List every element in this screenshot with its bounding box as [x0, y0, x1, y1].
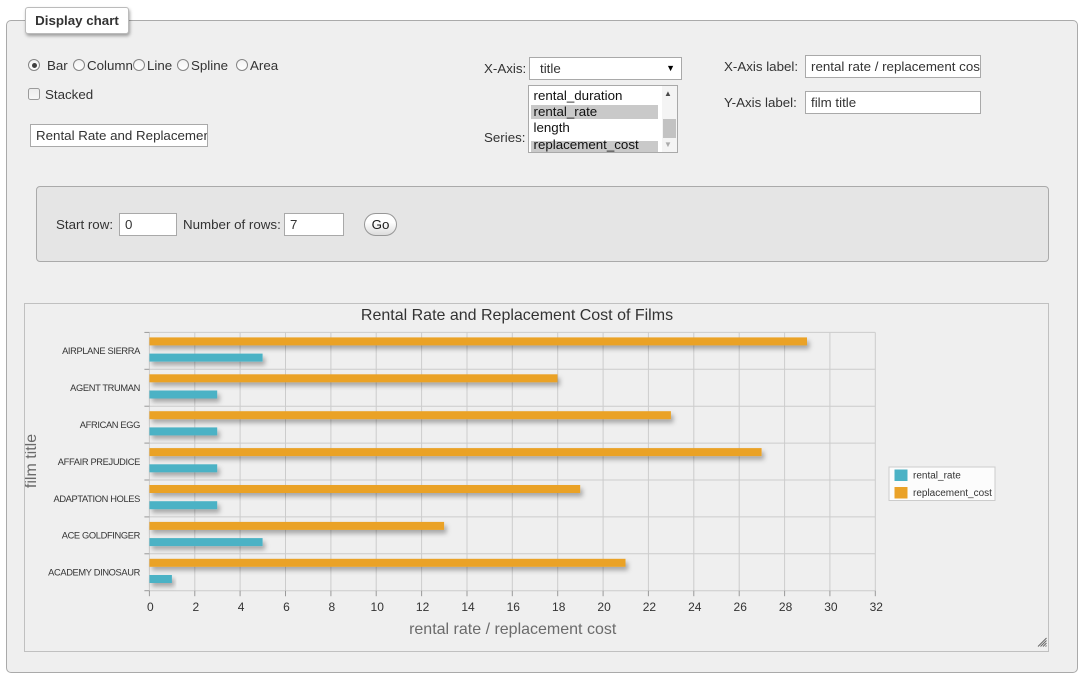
svg-text:16: 16 — [507, 600, 521, 614]
svg-text:28: 28 — [779, 600, 793, 614]
svg-text:rental rate / replacement cost: rental rate / replacement cost — [409, 621, 617, 638]
svg-text:20: 20 — [597, 600, 611, 614]
svg-text:26: 26 — [734, 600, 748, 614]
svg-text:AGENT TRUMAN: AGENT TRUMAN — [70, 383, 140, 393]
svg-text:Rental Rate and Replacement Co: Rental Rate and Replacement Cost of Film… — [361, 307, 673, 324]
svg-text:film title: film title — [25, 434, 40, 488]
svg-text:32: 32 — [870, 600, 884, 614]
svg-text:18: 18 — [552, 600, 566, 614]
svg-text:AFFAIR PREJUDICE: AFFAIR PREJUDICE — [58, 457, 140, 467]
svg-text:6: 6 — [283, 600, 290, 614]
svg-text:ACE GOLDFINGER: ACE GOLDFINGER — [62, 531, 141, 541]
svg-text:8: 8 — [329, 600, 336, 614]
svg-text:2: 2 — [192, 600, 199, 614]
svg-text:4: 4 — [238, 600, 245, 614]
svg-text:ADAPTATION HOLES: ADAPTATION HOLES — [53, 494, 140, 504]
svg-text:24: 24 — [688, 600, 702, 614]
svg-text:14: 14 — [461, 600, 475, 614]
svg-text:12: 12 — [416, 600, 430, 614]
svg-text:10: 10 — [371, 600, 385, 614]
svg-text:0: 0 — [147, 600, 154, 614]
svg-text:22: 22 — [643, 600, 657, 614]
svg-text:AFRICAN EGG: AFRICAN EGG — [80, 420, 140, 430]
svg-text:ACADEMY DINOSAUR: ACADEMY DINOSAUR — [48, 568, 140, 578]
svg-text:replacement_cost: replacement_cost — [913, 488, 992, 499]
svg-text:AIRPLANE SIERRA: AIRPLANE SIERRA — [62, 346, 141, 356]
svg-text:30: 30 — [824, 600, 838, 614]
svg-text:rental_rate: rental_rate — [913, 471, 961, 482]
